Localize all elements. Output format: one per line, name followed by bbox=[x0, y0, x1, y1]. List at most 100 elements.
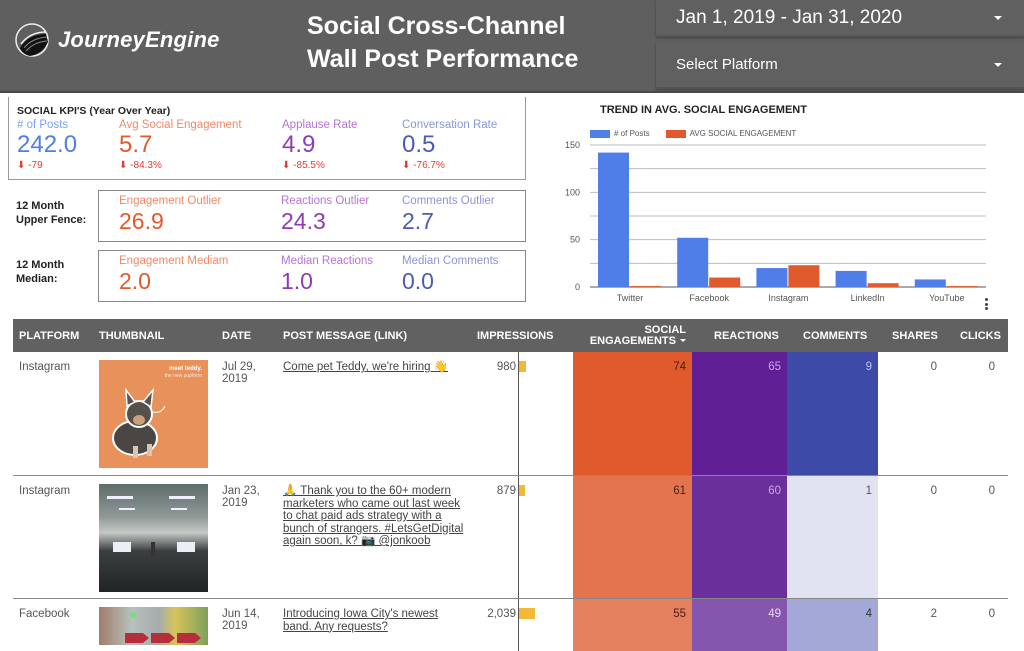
platform-select-value: Select Platform bbox=[676, 56, 778, 73]
impressions-bar bbox=[518, 608, 535, 619]
cell-platform: Instagram bbox=[19, 485, 71, 497]
cell-comments: 9 bbox=[787, 352, 878, 475]
bar-engagement-facebook[interactable] bbox=[709, 277, 741, 287]
post-message-link[interactable]: Introducing Iowa City's newest band. Any… bbox=[283, 599, 468, 651]
col-date[interactable]: DATE bbox=[222, 319, 251, 352]
col-thumbnail[interactable]: THUMBNAIL bbox=[99, 319, 164, 352]
impressions-bar bbox=[518, 485, 526, 496]
x-tick-label: Instagram bbox=[768, 293, 808, 303]
kpi-value: 2.0 bbox=[119, 268, 151, 294]
impressions-axis-line bbox=[518, 352, 519, 475]
kpi-value: 2.7 bbox=[402, 208, 434, 234]
kpi-applause-rate: Applause Rate 4.9 ⬇ -85.5% bbox=[282, 119, 357, 171]
table-row: Instagram meet teddy. the new pupform Ju… bbox=[13, 352, 1008, 476]
cell-social-engagements: 74 bbox=[573, 352, 692, 475]
median-scorecard: Engagement Mediam 2.0 Median Reactions 1… bbox=[98, 250, 526, 302]
arrow-down-icon: ⬇ bbox=[119, 160, 128, 171]
bar-posts-twitter[interactable] bbox=[598, 152, 629, 287]
x-tick-label: Twitter bbox=[617, 293, 644, 303]
journeyengine-logo-icon bbox=[15, 23, 49, 57]
comments-outlier: Comments Outlier 2.7 bbox=[402, 195, 495, 235]
date-range-value: Jan 1, 2019 - Jan 31, 2020 bbox=[676, 6, 903, 28]
reactions-outlier: Reactions Outlier 24.3 bbox=[281, 195, 369, 235]
cell-clicks: 0 bbox=[988, 608, 995, 620]
kpi-scorecard: SOCIAL KPI'S (Year Over Year) # of Posts… bbox=[8, 97, 526, 180]
engagement-bar-chart: 0 50 100 150 Twitter Facebook Instagram LinkedI… bbox=[565, 140, 986, 303]
table-row: Facebook Jun 14, 2019 Introducing Iowa C… bbox=[13, 599, 1008, 651]
platform-select[interactable]: Select Platform bbox=[656, 42, 1024, 89]
cell-impressions: 879 bbox=[496, 485, 516, 497]
cell-shares: 0 bbox=[930, 485, 937, 497]
kpi-label: Applause Rate bbox=[282, 119, 358, 131]
col-post-message[interactable]: POST MESSAGE (LINK) bbox=[283, 319, 407, 352]
kpi-delta: ⬇ -79 bbox=[17, 160, 77, 171]
col-social-engagements[interactable]: SOCIAL ENGAGEMENTS bbox=[573, 319, 686, 352]
x-tick-label: LinkedIn bbox=[851, 293, 885, 303]
col-reactions[interactable]: REACTIONS bbox=[714, 319, 779, 352]
kpi-delta: ⬇ -76.7% bbox=[402, 160, 497, 171]
audience-photo-icon bbox=[107, 496, 195, 556]
kpi-posts: # of Posts 242.0 ⬇ -79 bbox=[17, 119, 77, 171]
post-message-link[interactable]: Come pet Teddy, we're hiring 👋 bbox=[283, 352, 468, 475]
kpi-delta-value: -84.3% bbox=[130, 160, 162, 171]
bar-engagement-instagram[interactable] bbox=[788, 265, 820, 287]
date-line1: Jan 23, bbox=[222, 485, 260, 497]
median-label-line2: Median: bbox=[16, 273, 58, 285]
col-shares[interactable]: SHARES bbox=[892, 319, 938, 352]
median-label: 12 Month Median: bbox=[16, 258, 64, 286]
col-platform[interactable]: PLATFORM bbox=[19, 319, 79, 352]
bar-posts-instagram[interactable] bbox=[756, 268, 788, 287]
cell-platform: Instagram bbox=[19, 361, 71, 373]
kpi-label: Engagement Mediam bbox=[119, 255, 229, 267]
arrow-down-icon: ⬇ bbox=[402, 160, 411, 171]
post-message-link[interactable]: 🙏 Thank you to the 60+ modern marketers … bbox=[283, 476, 468, 598]
engagement-outlier: Engagement Outlier 26.9 bbox=[119, 195, 221, 235]
median-comments: Median Comments 0.0 bbox=[402, 255, 499, 295]
thumbnail-image[interactable] bbox=[99, 607, 208, 651]
chart-title: TREND IN AVG. SOCIAL ENGAGEMENT bbox=[600, 104, 807, 116]
kpi-label: Comments Outlier bbox=[402, 195, 495, 207]
thumbnail-image[interactable]: meet teddy. the new pupform bbox=[99, 360, 208, 468]
col-clicks[interactable]: CLICKS bbox=[960, 319, 1001, 352]
cell-clicks: 0 bbox=[988, 485, 995, 497]
col-comments[interactable]: COMMENTS bbox=[803, 319, 867, 352]
page-title-line2: Wall Post Performance bbox=[307, 45, 579, 73]
kpi-label: Avg Social Engagement bbox=[119, 119, 242, 131]
y-tick-label: 50 bbox=[570, 235, 580, 245]
date-range-picker[interactable]: Jan 1, 2019 - Jan 31, 2020 bbox=[656, 0, 1024, 37]
sort-desc-icon bbox=[680, 339, 686, 343]
engagement-median: Engagement Mediam 2.0 bbox=[119, 255, 228, 295]
kpi-value: 24.3 bbox=[281, 208, 326, 234]
cell-date: Jan 23, 2019 bbox=[222, 476, 260, 598]
bar-posts-facebook[interactable] bbox=[677, 237, 709, 287]
col-social-engagements-line2: ENGAGEMENTS bbox=[589, 334, 676, 347]
kpi-delta-value: -79 bbox=[28, 160, 43, 171]
bar-posts-youtube[interactable] bbox=[914, 279, 946, 287]
cell-social-engagements: 55 bbox=[573, 599, 692, 651]
impressions-axis-line bbox=[518, 476, 519, 598]
col-impressions[interactable]: IMPRESSIONS bbox=[477, 319, 553, 352]
kpi-value: 5.7 bbox=[119, 131, 153, 158]
page-title: Social Cross-Channel Wall Post Performan… bbox=[307, 10, 578, 76]
more-options-icon[interactable] bbox=[985, 298, 989, 310]
table-row: Instagram Jan 23, 2019 🙏 Thank you to th… bbox=[13, 476, 1008, 599]
median-label-line1: 12 Month bbox=[16, 259, 65, 271]
bar-engagement-twitter[interactable] bbox=[630, 286, 661, 288]
table-header: PLATFORM THUMBNAIL DATE POST MESSAGE (LI… bbox=[13, 319, 1008, 352]
kpi-value: 0.0 bbox=[402, 268, 434, 294]
cell-platform: Facebook bbox=[19, 608, 70, 620]
cell-date: Jul 29, 2019 bbox=[222, 352, 256, 475]
kpi-delta: ⬇ -85.5% bbox=[282, 160, 357, 171]
logo-text: JourneyEngine bbox=[58, 27, 220, 52]
dog-photo: meet teddy. the new pupform bbox=[99, 360, 208, 468]
bar-posts-linkedin[interactable] bbox=[835, 270, 867, 287]
cell-reactions: 60 bbox=[692, 476, 787, 598]
kpi-label: Reactions Outlier bbox=[281, 195, 370, 207]
bar-engagement-linkedin[interactable] bbox=[867, 283, 899, 287]
thumbnail-image[interactable] bbox=[99, 484, 208, 592]
cell-shares: 2 bbox=[930, 608, 937, 620]
kpi-label: Engagement Outlier bbox=[119, 195, 222, 207]
kpi-heading: SOCIAL KPI'S (Year Over Year) bbox=[17, 105, 171, 117]
caret-down-icon bbox=[994, 15, 1002, 20]
bar-engagement-youtube[interactable] bbox=[946, 286, 978, 288]
